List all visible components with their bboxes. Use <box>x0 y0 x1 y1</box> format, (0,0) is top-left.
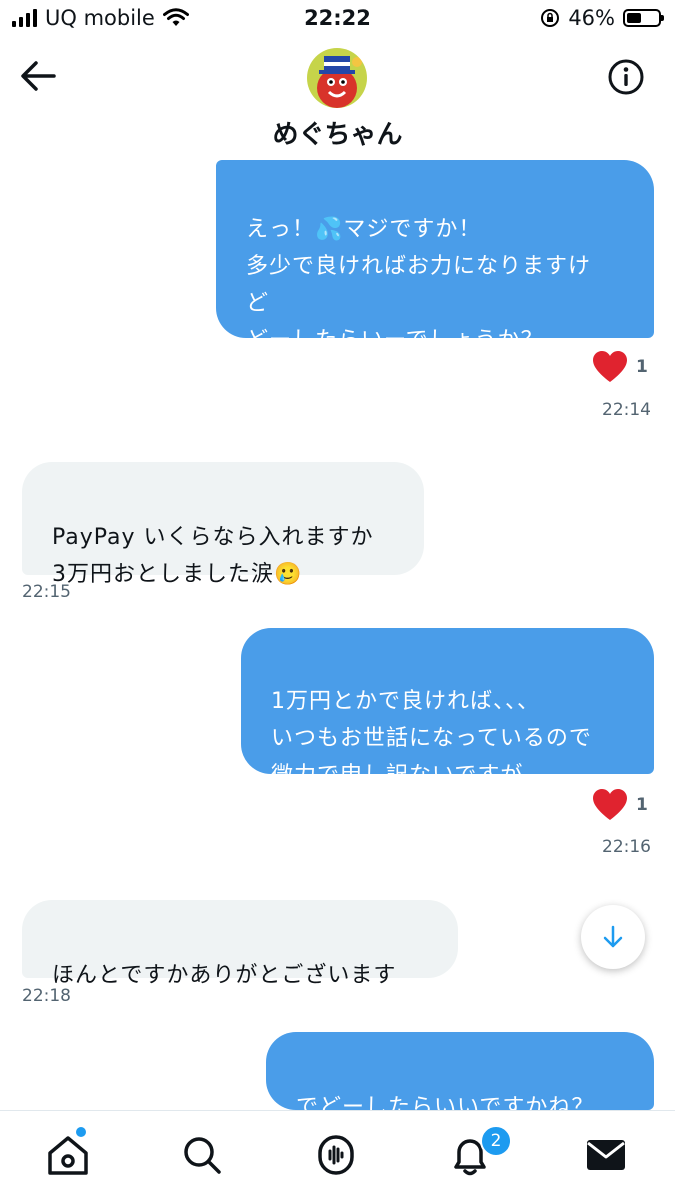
status-bar: UQ mobile 22:22 46% <box>0 0 675 40</box>
info-icon[interactable] <box>607 58 645 96</box>
message-timestamp: 22:18 <box>22 986 71 1006</box>
notifications-badge: 2 <box>480 1125 512 1157</box>
spaces-icon[interactable] <box>312 1131 360 1179</box>
message-text: でどーしたらいいですかね？ <box>296 1095 595 1110</box>
message-text: PayPay いくらなら入れますか 3万円おとしました涙🥲 <box>52 525 374 587</box>
heart-reaction-icon <box>593 351 627 382</box>
message-text: えっ！💦マジですか！ 多少で良ければお力になりますけ ど どーしたらいーでしょう… <box>246 217 592 353</box>
home-new-content-dot <box>76 1127 86 1137</box>
avatar[interactable] <box>307 48 367 108</box>
sent-message-bubble[interactable]: でどーしたらいいですかね？ <box>266 1032 654 1110</box>
conversation-header: めぐちゃん <box>0 40 675 160</box>
message-text: 1万円とかで良ければ、、、 いつもお世話になっているので 微力で申し訳ないですが… <box>271 689 592 788</box>
battery-percent: 46% <box>568 6 615 30</box>
back-arrow-icon[interactable] <box>18 58 58 94</box>
search-icon[interactable] <box>178 1131 226 1179</box>
message-timestamp: 22:16 <box>602 837 651 857</box>
reaction-count: 1 <box>636 795 648 815</box>
message-reaction[interactable]: 1 <box>592 350 648 384</box>
message-timestamp: 22:15 <box>22 582 71 602</box>
avatar-image <box>307 48 367 108</box>
sent-message-bubble[interactable]: 1万円とかで良ければ、、、 いつもお世話になっているので 微力で申し訳ないですが… <box>241 628 654 788</box>
battery-icon <box>623 9 664 27</box>
message-list[interactable]: えっ！💦マジですか！ 多少で良ければお力になりますけ ど どーしたらいーでしょう… <box>0 160 675 1110</box>
message-timestamp: 22:14 <box>602 400 651 420</box>
scroll-to-bottom-button[interactable] <box>581 905 645 969</box>
contact-name: めぐちゃん <box>272 120 403 150</box>
reaction-count: 1 <box>636 357 648 377</box>
home-icon[interactable] <box>44 1131 92 1179</box>
received-message-bubble[interactable]: PayPay いくらなら入れますか 3万円おとしました涙🥲 <box>22 462 424 587</box>
sent-message-bubble[interactable]: えっ！💦マジですか！ 多少で良ければお力になりますけ ど どーしたらいーでしょう… <box>216 160 654 353</box>
message-text: ほんとですかありがとございます <box>52 963 397 988</box>
message-reaction[interactable]: 1 <box>592 788 648 822</box>
bottom-tab-bar: 2 <box>0 1110 675 1201</box>
received-message-bubble[interactable]: ほんとですかありがとございます <box>22 900 458 988</box>
orientation-lock-icon <box>541 9 560 27</box>
heart-reaction-icon <box>593 789 627 820</box>
messages-icon[interactable] <box>582 1131 630 1179</box>
arrow-down-icon <box>603 925 623 948</box>
